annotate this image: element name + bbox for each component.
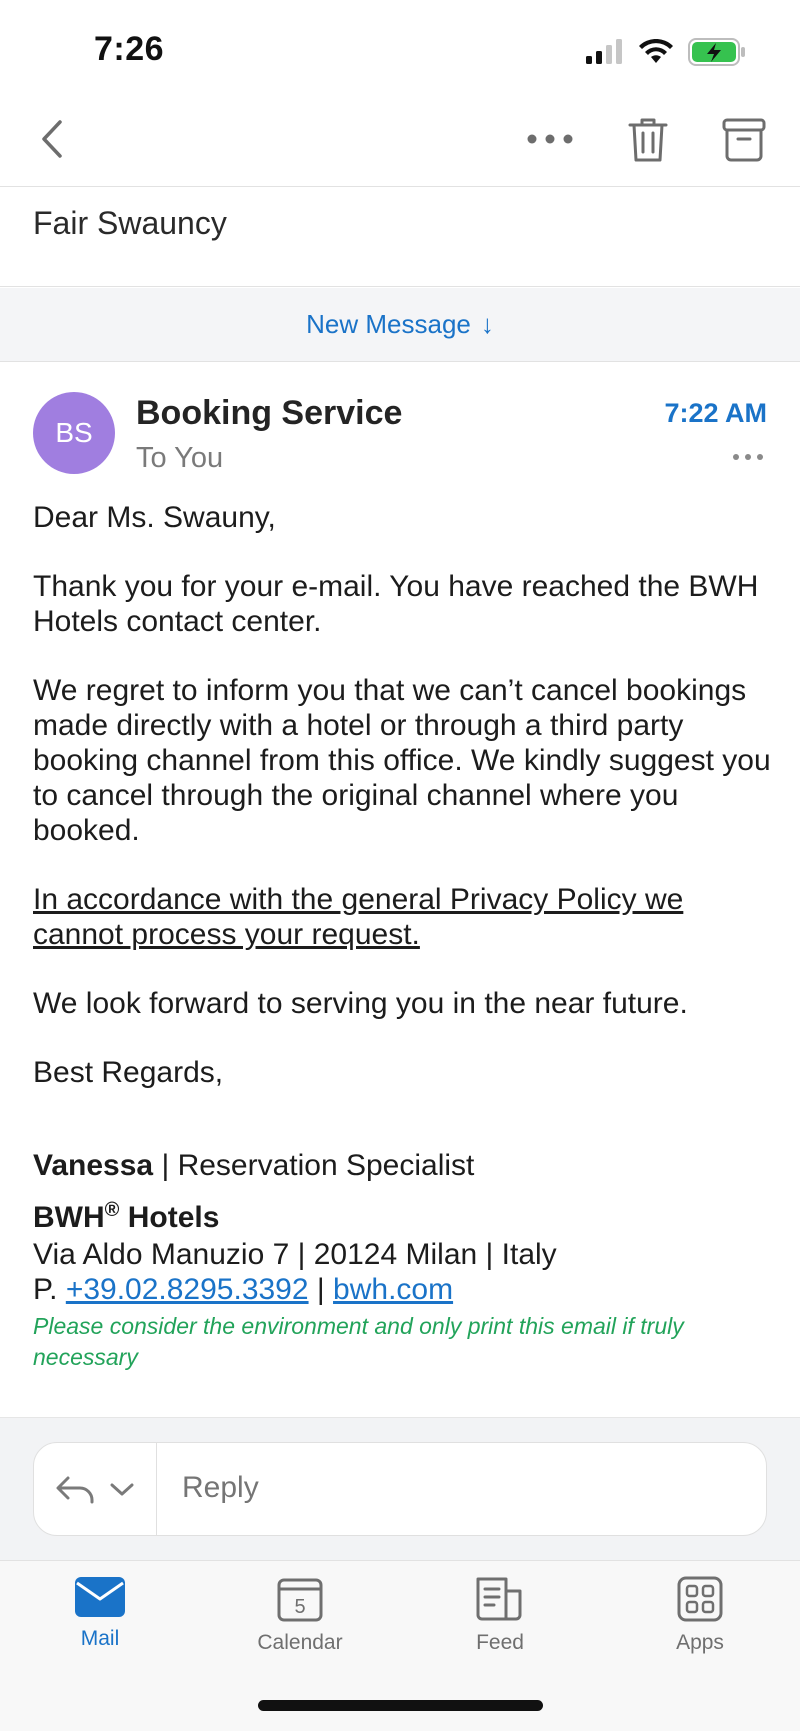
recipient-label[interactable]: To You <box>136 442 223 475</box>
body-paragraph-4: We look forward to serving you in the ne… <box>33 987 688 1020</box>
signature-name-line: Vanessa | Reservation Specialist <box>33 1148 773 1183</box>
arrow-down-icon: ↓ <box>480 309 494 339</box>
avatar[interactable]: BS <box>33 392 115 474</box>
more-horizontal-icon[interactable] <box>522 114 578 164</box>
home-indicator[interactable] <box>258 1700 543 1711</box>
body-greeting: Dear Ms. Swauny, <box>33 501 276 534</box>
cellular-signal-icon <box>586 39 622 64</box>
signature-company: BWH® Hotels <box>33 1193 773 1235</box>
reply-input[interactable] <box>182 1471 742 1505</box>
message-header: BS Booking Service To You 7:22 AM <box>0 362 800 492</box>
signature-address: Via Aldo Manuzio 7 | 20124 Milan | Italy <box>33 1238 557 1271</box>
new-message-button[interactable]: New Message ↓ <box>0 288 800 362</box>
phone-prefix: P. <box>33 1273 66 1306</box>
chevron-down-icon <box>110 1483 134 1496</box>
tab-apps-label: Apps <box>676 1631 724 1654</box>
reply-options-button[interactable] <box>34 1443 157 1535</box>
status-bar: 7:26 <box>0 0 800 92</box>
apps-grid-icon <box>677 1576 723 1622</box>
message-time: 7:22 AM <box>664 398 767 428</box>
phone-link[interactable]: +39.02.8295.3392 <box>66 1273 309 1306</box>
tab-feed-label: Feed <box>476 1631 524 1654</box>
feed-icon <box>476 1577 522 1621</box>
company-prefix: BWH <box>33 1201 105 1234</box>
signature-contact: P. +39.02.8295.3392 | bwh.com <box>33 1272 773 1307</box>
archive-icon[interactable] <box>716 112 772 168</box>
body-paragraph-2: We regret to inform you that we can’t ca… <box>33 674 771 847</box>
back-chevron-icon[interactable] <box>30 114 80 164</box>
sender-name[interactable]: Booking Service <box>136 394 402 433</box>
message-body: Dear Ms. Swauny, Thank you for your e-ma… <box>33 500 773 1373</box>
tab-mail-label: Mail <box>80 1627 120 1650</box>
signature-name: Vanessa <box>33 1149 154 1182</box>
reply-box <box>33 1442 767 1536</box>
thread-subject: Fair Swauncy <box>33 205 227 241</box>
website-link[interactable]: bwh.com <box>333 1273 453 1306</box>
tab-calendar-label: Calendar <box>257 1631 343 1654</box>
message-toolbar <box>0 92 800 187</box>
eco-note: Please consider the environment and only… <box>33 1313 684 1370</box>
company-suffix: Hotels <box>119 1201 220 1234</box>
tab-calendar[interactable]: 5 Calendar <box>240 1575 360 1655</box>
status-icons <box>584 38 746 66</box>
trash-icon[interactable] <box>620 112 676 168</box>
body-paragraph-3: In accordance with the general Privacy P… <box>33 883 684 951</box>
tab-mail[interactable]: Mail <box>40 1575 160 1651</box>
battery-charging-icon <box>688 38 745 66</box>
signature-title: | Reservation Specialist <box>153 1149 475 1182</box>
body-closing: Best Regards, <box>33 1056 224 1089</box>
contact-separator: | <box>308 1273 334 1306</box>
tab-apps[interactable]: Apps <box>640 1575 760 1655</box>
calendar-day: 5 <box>294 1596 305 1618</box>
body-paragraph-1: Thank you for your e-mail. You have reac… <box>33 570 759 638</box>
registered-mark: ® <box>104 1199 120 1221</box>
reply-arrow-icon <box>56 1476 94 1504</box>
new-message-label: New Message <box>306 309 471 339</box>
mail-icon <box>75 1577 125 1617</box>
wifi-icon <box>639 39 673 63</box>
subject-row: Fair Swauncy <box>0 187 800 287</box>
calendar-icon: 5 <box>277 1578 323 1622</box>
status-time: 7:26 <box>94 30 165 68</box>
tab-feed[interactable]: Feed <box>440 1575 560 1655</box>
reply-area <box>0 1417 800 1560</box>
message-more-icon[interactable] <box>732 452 764 462</box>
